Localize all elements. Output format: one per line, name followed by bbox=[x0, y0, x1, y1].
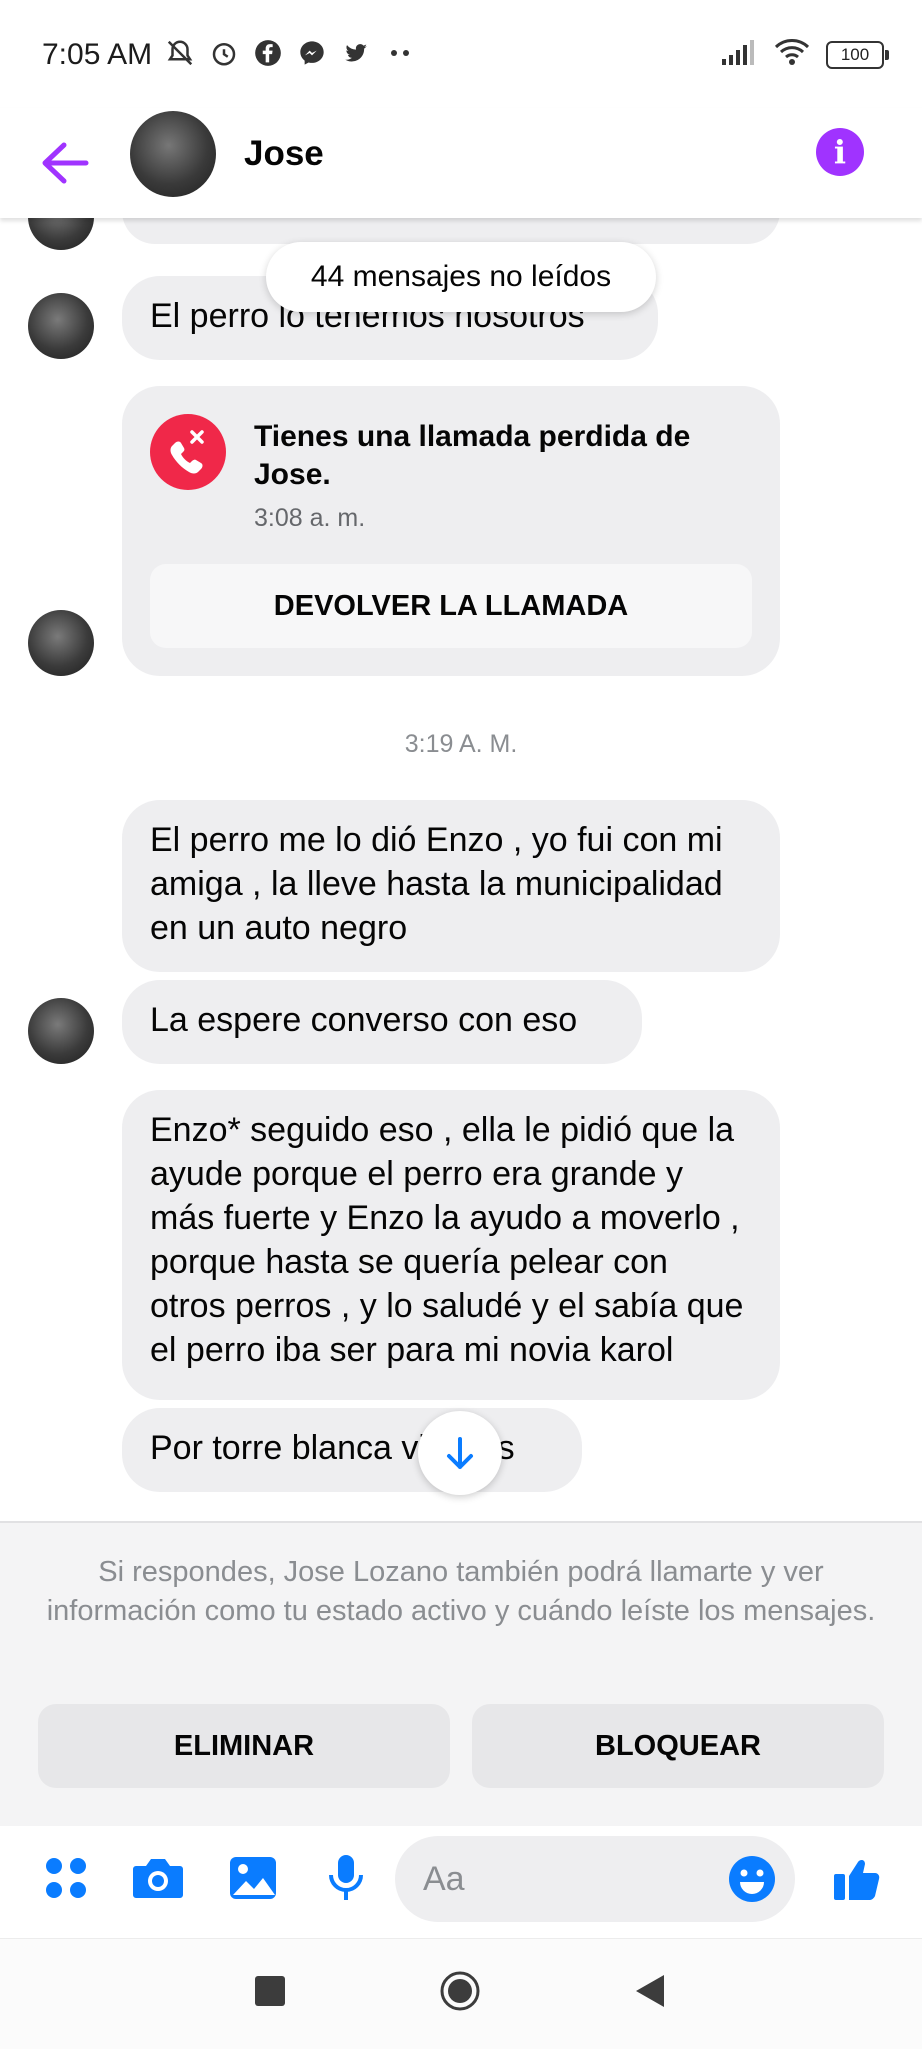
home-button[interactable] bbox=[440, 1971, 480, 2011]
sender-avatar bbox=[28, 293, 94, 359]
contact-name[interactable]: Jose bbox=[244, 134, 324, 174]
message-text: La espere converso con eso bbox=[150, 1001, 578, 1039]
thumbs-up-icon[interactable] bbox=[830, 1850, 886, 1906]
wifi-icon bbox=[774, 38, 810, 71]
message-text: El perro me lo dió Enzo , yo fui con mi … bbox=[150, 821, 723, 947]
message-text: Enzo* seguido eso , ella le pidió que la… bbox=[150, 1111, 744, 1369]
missed-call-time: 3:08 a. m. bbox=[254, 504, 366, 532]
emoji-icon[interactable] bbox=[727, 1854, 777, 1904]
twitter-icon bbox=[341, 38, 371, 68]
more-dots-icon bbox=[385, 38, 415, 68]
info-icon[interactable]: i bbox=[816, 128, 864, 176]
messenger-icon bbox=[297, 38, 327, 68]
message-bubble[interactable]: La espere converso con eso bbox=[122, 980, 642, 1064]
status-time: 7:05 AM bbox=[42, 38, 153, 71]
sender-avatar bbox=[28, 218, 94, 250]
delete-button[interactable]: ELIMINAR bbox=[38, 1704, 450, 1788]
missed-call-card: Tienes una llamada perdida de Jose. 3:08… bbox=[122, 386, 780, 676]
message-composer: Aa bbox=[0, 1826, 922, 1936]
sender-avatar bbox=[28, 610, 94, 676]
apps-grid-icon[interactable] bbox=[38, 1850, 94, 1906]
block-button[interactable]: BLOQUEAR bbox=[472, 1704, 884, 1788]
notification-icons bbox=[165, 38, 415, 68]
signal-icon bbox=[722, 39, 758, 70]
conversation-header: Jose i bbox=[0, 108, 922, 218]
scroll-to-bottom-button[interactable] bbox=[418, 1411, 502, 1495]
unread-messages-pill[interactable]: 44 mensajes no leídos bbox=[266, 242, 656, 312]
back-button[interactable] bbox=[634, 1973, 666, 2009]
system-icons: 100 bbox=[722, 38, 889, 71]
message-request-notice: Si respondes, Jose Lozano también podrá … bbox=[46, 1556, 876, 1627]
message-input[interactable]: Aa bbox=[395, 1836, 795, 1922]
message-bubble[interactable]: Por torre blanca vivimos bbox=[122, 1408, 582, 1492]
back-arrow-icon[interactable] bbox=[40, 140, 90, 186]
message-timestamp: 3:19 A. M. bbox=[404, 730, 518, 758]
recents-button[interactable] bbox=[255, 1976, 285, 2006]
contact-avatar[interactable] bbox=[130, 111, 216, 197]
message-bubble[interactable]: Enzo* seguido eso , ella le pidió que la… bbox=[122, 1090, 780, 1400]
message-list[interactable]: El perro lo tenemos nosotros 44 mensajes… bbox=[0, 218, 922, 1521]
mute-bell-icon bbox=[165, 38, 195, 68]
status-bar: 7:05 AM 100 bbox=[0, 0, 922, 108]
message-bubble[interactable] bbox=[122, 218, 780, 244]
message-input-placeholder: Aa bbox=[423, 1860, 465, 1898]
system-navigation-bar bbox=[0, 1938, 922, 2049]
call-back-button[interactable]: DEVOLVER LA LLAMADA bbox=[150, 564, 752, 648]
message-bubble[interactable]: El perro me lo dió Enzo , yo fui con mi … bbox=[122, 800, 780, 972]
missed-call-icon bbox=[150, 414, 226, 490]
camera-icon[interactable] bbox=[130, 1850, 186, 1906]
alarm-icon bbox=[209, 38, 239, 68]
facebook-icon bbox=[253, 38, 283, 68]
message-request-panel: Si respondes, Jose Lozano también podrá … bbox=[0, 1521, 922, 1828]
gallery-icon[interactable] bbox=[225, 1850, 281, 1906]
battery-indicator: 100 bbox=[826, 40, 889, 69]
sender-avatar bbox=[28, 998, 94, 1064]
microphone-icon[interactable] bbox=[318, 1850, 374, 1906]
missed-call-title: Tienes una llamada perdida de Jose. bbox=[254, 420, 691, 491]
